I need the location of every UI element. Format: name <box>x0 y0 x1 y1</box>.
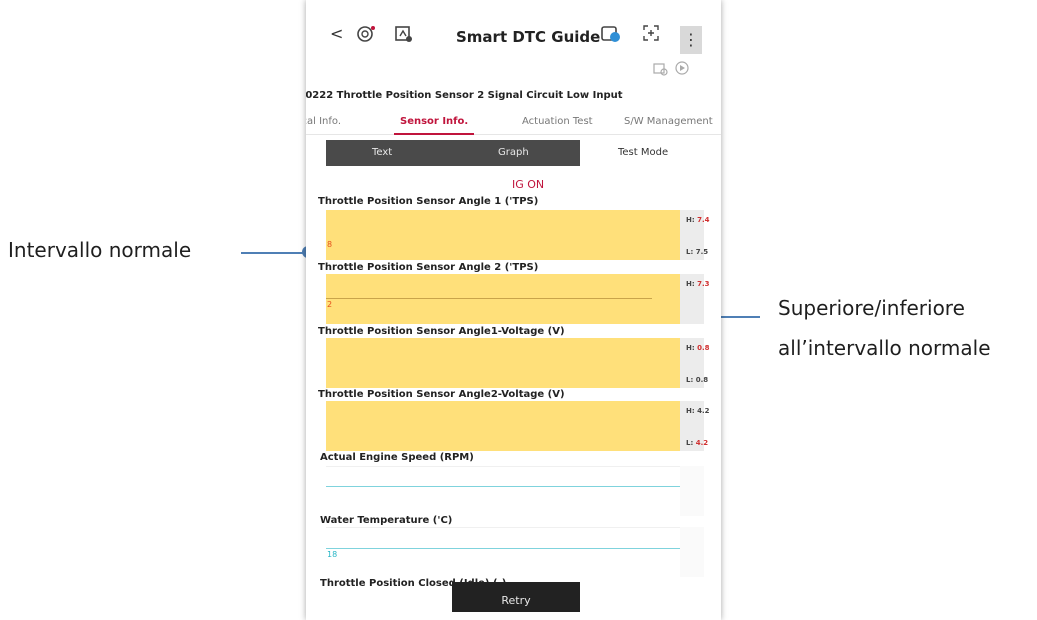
high-value-voltage2: H: 4.2 <box>686 407 710 415</box>
sensor-label-tps1: Throttle Position Sensor Angle 1 ('TPS) <box>318 196 539 207</box>
tab-sensor-info[interactable]: Sensor Info. <box>400 116 468 127</box>
annotation-out-of-range-line2: all’intervallo normale <box>778 336 991 360</box>
high-value-voltage1: H: 0.8 <box>686 344 710 352</box>
annotation-out-of-range-line1: Superiore/inferiore <box>778 296 965 320</box>
sensor-label-tps2: Throttle Position Sensor Angle 2 ('TPS) <box>318 262 539 273</box>
sensor-graph-engine-speed <box>326 466 680 517</box>
sensor-value-water-temp: 18 <box>327 550 338 559</box>
record-icon[interactable] <box>674 60 690 80</box>
annotation-normal-range: Intervallo normale <box>8 238 192 262</box>
vehicle-connect-icon[interactable] <box>356 24 376 48</box>
view-mode-bar <box>326 140 580 166</box>
mode-test-button[interactable]: Test Mode <box>618 147 668 158</box>
sensor-label-voltage2: Throttle Position Sensor Angle2-Voltage … <box>318 389 565 400</box>
high-value-tps1: H: 7.4 <box>686 216 710 224</box>
sensor-range-water-temp <box>680 527 704 577</box>
sensor-range-engine-speed <box>680 466 704 516</box>
low-value-tps1: L: 7.5 <box>686 248 709 256</box>
screenshot-icon[interactable] <box>642 24 660 46</box>
sensor-trend-line-water-temp <box>326 548 688 549</box>
dtc-title: P0222 Throttle Position Sensor 2 Signal … <box>306 90 623 101</box>
retry-button[interactable]: Retry <box>452 582 580 612</box>
low-value-voltage2: L: 4.2 <box>686 439 709 447</box>
mode-text-button[interactable]: Text <box>372 147 392 158</box>
sensor-range-tps2: H: 7.3 <box>680 274 710 324</box>
sensor-range-voltage1: H: 0.8 L: 0.8 <box>680 338 710 388</box>
sensor-range-tps1: H: 7.4 L: 7.5 <box>680 210 710 260</box>
back-button[interactable]: < <box>330 24 343 43</box>
tab-sw-management[interactable]: S/W Management <box>624 116 713 127</box>
gds-icon[interactable] <box>600 24 622 48</box>
tab-technical-info[interactable]: Technical Info. <box>306 116 341 127</box>
tab-bar: Technical Info. Sensor Info. Actuation T… <box>306 110 721 135</box>
mode-graph-button[interactable]: Graph <box>498 147 529 158</box>
diagnostic-icon[interactable] <box>394 24 414 48</box>
sensor-graph-voltage2 <box>326 401 680 451</box>
sensor-label-engine-speed: Actual Engine Speed (RPM) <box>320 452 474 463</box>
sensor-trend-line-engine-speed <box>326 486 688 487</box>
sensor-graph-tps1 <box>326 210 680 260</box>
sensor-graph-water-temp <box>326 527 680 578</box>
sensor-graph-tps2 <box>326 274 680 324</box>
sensor-value-tps1: 8 <box>327 240 333 249</box>
annotation-out-of-range: Superiore/inferiore all’intervallo norma… <box>778 288 991 368</box>
high-value-tps2: H: 7.3 <box>686 280 710 288</box>
sensor-trend-line-tps2 <box>326 298 652 299</box>
low-value-voltage1: L: 0.8 <box>686 376 709 384</box>
sensor-value-tps2: 2 <box>327 300 333 309</box>
sensor-range-voltage2: H: 4.2 L: 4.2 <box>680 401 710 451</box>
annotation-line-left <box>241 252 311 254</box>
sensor-label-voltage1: Throttle Position Sensor Angle1-Voltage … <box>318 326 565 337</box>
tab-actuation-test[interactable]: Actuation Test <box>522 116 593 127</box>
ignition-status: IG ON <box>512 178 545 191</box>
active-tab-indicator <box>394 133 474 135</box>
more-menu-button[interactable]: ⋮ <box>680 26 702 54</box>
tool-icon[interactable] <box>652 60 668 80</box>
page-title: Smart DTC Guide <box>456 28 601 46</box>
sensor-graph-voltage1 <box>326 338 680 388</box>
phone-screen: < Smart DTC Guide ⋮ P0222 Throttle Posit… <box>306 0 721 620</box>
top-bar: < Smart DTC Guide ⋮ <box>306 14 721 58</box>
sensor-label-water-temp: Water Temperature ('C) <box>320 515 453 526</box>
